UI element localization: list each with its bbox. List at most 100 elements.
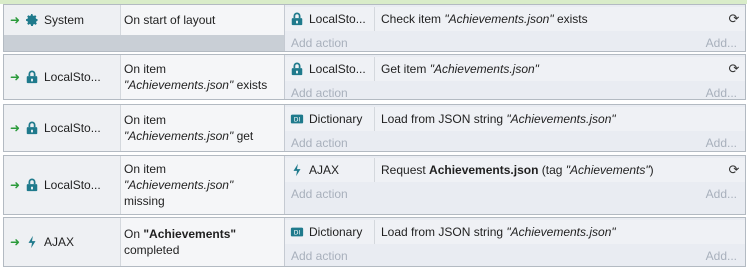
wait-icon: ⟳ — [728, 162, 740, 177]
condition-object-name: LocalSto... — [44, 178, 101, 192]
condition-row[interactable]: ➜ LocalSto... On item "Achievements.json… — [4, 55, 284, 99]
action-object-name: AJAX — [309, 163, 340, 177]
action-object[interactable]: LocalSto... — [285, 57, 375, 81]
condition-line: "Achievements.json" — [124, 178, 234, 192]
action-object[interactable]: AJAX — [285, 158, 375, 182]
actions-area[interactable]: DI Dictionary Load from JSON string "Ach… — [284, 105, 745, 151]
action-text-part: Get item — [381, 62, 430, 76]
condition-object[interactable]: ➜ LocalSto... — [4, 105, 121, 151]
action-text[interactable]: Load from JSON string "Achievements.json… — [375, 225, 745, 239]
condition-text[interactable]: On item "Achievements.json" get — [121, 105, 284, 151]
condition-line: missing — [124, 194, 165, 208]
condition-object[interactable]: ➜ AJAX — [4, 218, 121, 266]
condition-object[interactable]: ➜ LocalSto... — [4, 156, 121, 214]
action-row[interactable]: LocalSto... Check item "Achievements.jso… — [285, 7, 745, 31]
action-text-part: Request — [381, 163, 430, 177]
condition-object-name: LocalSto... — [44, 121, 101, 135]
action-text-part: Load from JSON string — [381, 112, 507, 126]
condition-row[interactable]: ➜ System On start of layout — [4, 5, 284, 35]
add-action-short[interactable]: Add... — [706, 136, 737, 150]
action-text-part: "Achievements.json" — [506, 225, 616, 239]
condition-line: On item — [124, 113, 167, 127]
localstorage-icon — [24, 69, 40, 85]
condition-row[interactable]: ➜ LocalSto... On item "Achievements.json… — [4, 105, 284, 151]
condition-row[interactable]: ➜ AJAX On "Achievements" completed — [4, 218, 284, 266]
action-text-part: "Achievements" — [565, 163, 650, 177]
add-action-link[interactable]: Add action — [291, 86, 348, 100]
add-action-row[interactable]: Add action Add... — [285, 83, 745, 103]
actions-area[interactable]: DI Dictionary Load from JSON string "Ach… — [284, 218, 745, 266]
action-object[interactable]: DI Dictionary — [285, 107, 375, 131]
action-text-part: "Achievements.json" — [506, 112, 616, 126]
add-action-short[interactable]: Add... — [706, 249, 737, 263]
condition-line: On "Achievements" — [124, 227, 237, 241]
action-text[interactable]: Request Achievements.json (tag "Achievem… — [375, 163, 723, 177]
dictionary-icon: DI — [289, 224, 305, 240]
action-text-part: Achievements.json — [429, 163, 539, 177]
trigger-arrow-icon: ➜ — [10, 70, 21, 84]
action-row[interactable]: AJAX Request Achievements.json (tag "Ach… — [285, 158, 745, 182]
condition-text[interactable]: On "Achievements" completed — [121, 218, 284, 266]
condition-object-name: LocalSto... — [44, 70, 101, 84]
action-object-name: LocalSto... — [309, 62, 366, 76]
add-action-row[interactable]: Add action Add... — [285, 184, 745, 204]
trigger-arrow-icon: ➜ — [10, 121, 21, 135]
event-block-4[interactable]: ➜ LocalSto... On item "Achievements.json… — [3, 155, 746, 215]
action-text-part: "Achievements.json" — [429, 62, 539, 76]
condition-row[interactable]: ➜ LocalSto... On item "Achievements.json… — [4, 156, 284, 214]
add-action-short[interactable]: Add... — [706, 36, 737, 50]
event-block-2[interactable]: ➜ LocalSto... On item "Achievements.json… — [3, 54, 746, 100]
add-action-row[interactable]: Add action Add... — [285, 133, 745, 153]
add-action-row[interactable]: Add action Add... — [285, 33, 745, 53]
trigger-arrow-icon: ➜ — [10, 235, 21, 249]
action-text[interactable]: Check item "Achievements.json" exists — [375, 12, 723, 26]
action-row[interactable]: LocalSto... Get item "Achievements.json"… — [285, 57, 745, 81]
action-text-part: Load from JSON string — [381, 225, 507, 239]
localstorage-icon — [24, 177, 40, 193]
ajax-icon — [24, 234, 40, 250]
wait-icon: ⟳ — [728, 61, 740, 76]
add-action-link[interactable]: Add action — [291, 136, 348, 150]
add-action-short[interactable]: Add... — [706, 187, 737, 201]
event-block-1[interactable]: ➜ System On start of layout LocalSto... … — [3, 4, 746, 52]
condition-object[interactable]: ➜ LocalSto... — [4, 55, 121, 99]
condition-text[interactable]: On item "Achievements.json" missing — [121, 156, 284, 214]
svg-text:DI: DI — [294, 230, 301, 237]
gear-icon — [24, 12, 40, 28]
action-text[interactable]: Load from JSON string "Achievements.json… — [375, 112, 745, 126]
action-object[interactable]: DI Dictionary — [285, 220, 375, 244]
ajax-icon — [289, 162, 305, 178]
action-text[interactable]: Get item "Achievements.json" — [375, 62, 723, 76]
add-action-short[interactable]: Add... — [706, 86, 737, 100]
add-action-row[interactable]: Add action Add... — [285, 246, 745, 266]
action-object-name: Dictionary — [309, 225, 363, 239]
condition-text[interactable]: On start of layout — [121, 5, 284, 35]
condition-line: On start of layout — [124, 13, 216, 27]
condition-text[interactable]: On item "Achievements.json" exists — [121, 55, 284, 99]
actions-area[interactable]: LocalSto... Get item "Achievements.json"… — [284, 55, 745, 100]
condition-line: "Achievements.json" get — [124, 129, 254, 143]
actions-area[interactable]: AJAX Request Achievements.json (tag "Ach… — [284, 156, 745, 214]
add-action-link[interactable]: Add action — [291, 187, 348, 201]
actions-area[interactable]: LocalSto... Check item "Achievements.jso… — [284, 5, 745, 51]
condition-object-name: System — [44, 13, 85, 27]
condition-line: "Achievements.json" exists — [124, 78, 268, 92]
add-action-link[interactable]: Add action — [291, 249, 348, 263]
event-block-5[interactable]: ➜ AJAX On "Achievements" completed DI Di… — [3, 217, 746, 267]
action-row[interactable]: DI Dictionary Load from JSON string "Ach… — [285, 107, 745, 131]
svg-text:DI: DI — [294, 117, 301, 124]
condition-line: On item — [124, 162, 167, 176]
trigger-arrow-icon: ➜ — [10, 13, 21, 27]
action-row[interactable]: DI Dictionary Load from JSON string "Ach… — [285, 220, 745, 244]
condition-object[interactable]: ➜ System — [4, 5, 121, 35]
trigger-arrow-icon: ➜ — [10, 178, 21, 192]
action-object-name: LocalSto... — [309, 12, 366, 26]
action-object[interactable]: LocalSto... — [285, 7, 375, 31]
event-block-3[interactable]: ➜ LocalSto... On item "Achievements.json… — [3, 104, 746, 152]
action-text-part: exists — [553, 12, 588, 26]
action-text-part: "Achievements.json" — [444, 12, 554, 26]
add-action-link[interactable]: Add action — [291, 36, 348, 50]
localstorage-icon — [289, 11, 305, 27]
condition-object-name: AJAX — [44, 235, 75, 249]
condition-line: On item — [124, 62, 167, 76]
